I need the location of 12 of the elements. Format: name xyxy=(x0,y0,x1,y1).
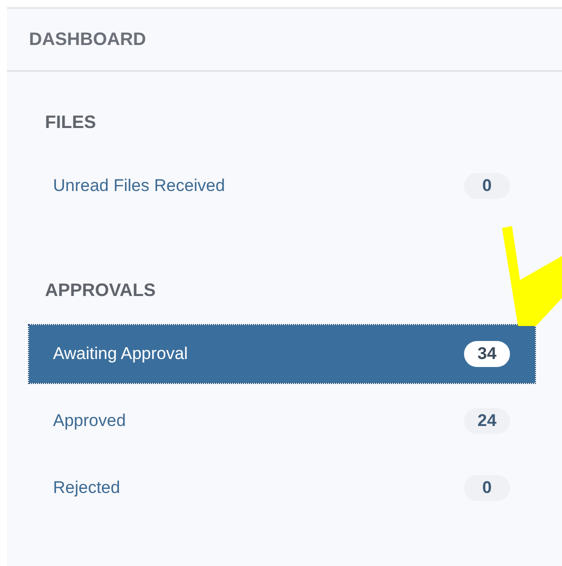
count-badge: 24 xyxy=(464,408,510,434)
nav-item[interactable]: Rejected 0 xyxy=(29,459,535,517)
count-badge: 0 xyxy=(464,475,510,501)
section-title: FILES xyxy=(44,112,98,133)
section-title: APPROVALS xyxy=(44,280,157,301)
dashboard-title: DASHBOARD xyxy=(29,29,146,50)
count-badge: 34 xyxy=(464,341,510,367)
highlighter-arrow-icon xyxy=(500,226,562,328)
count-badge: 0 xyxy=(464,173,510,199)
nav-item[interactable]: Unread Files Received 0 xyxy=(29,157,535,215)
nav-item[interactable]: Approved 24 xyxy=(29,392,535,450)
nav-item[interactable]: Awaiting Approval 34 xyxy=(29,325,535,383)
